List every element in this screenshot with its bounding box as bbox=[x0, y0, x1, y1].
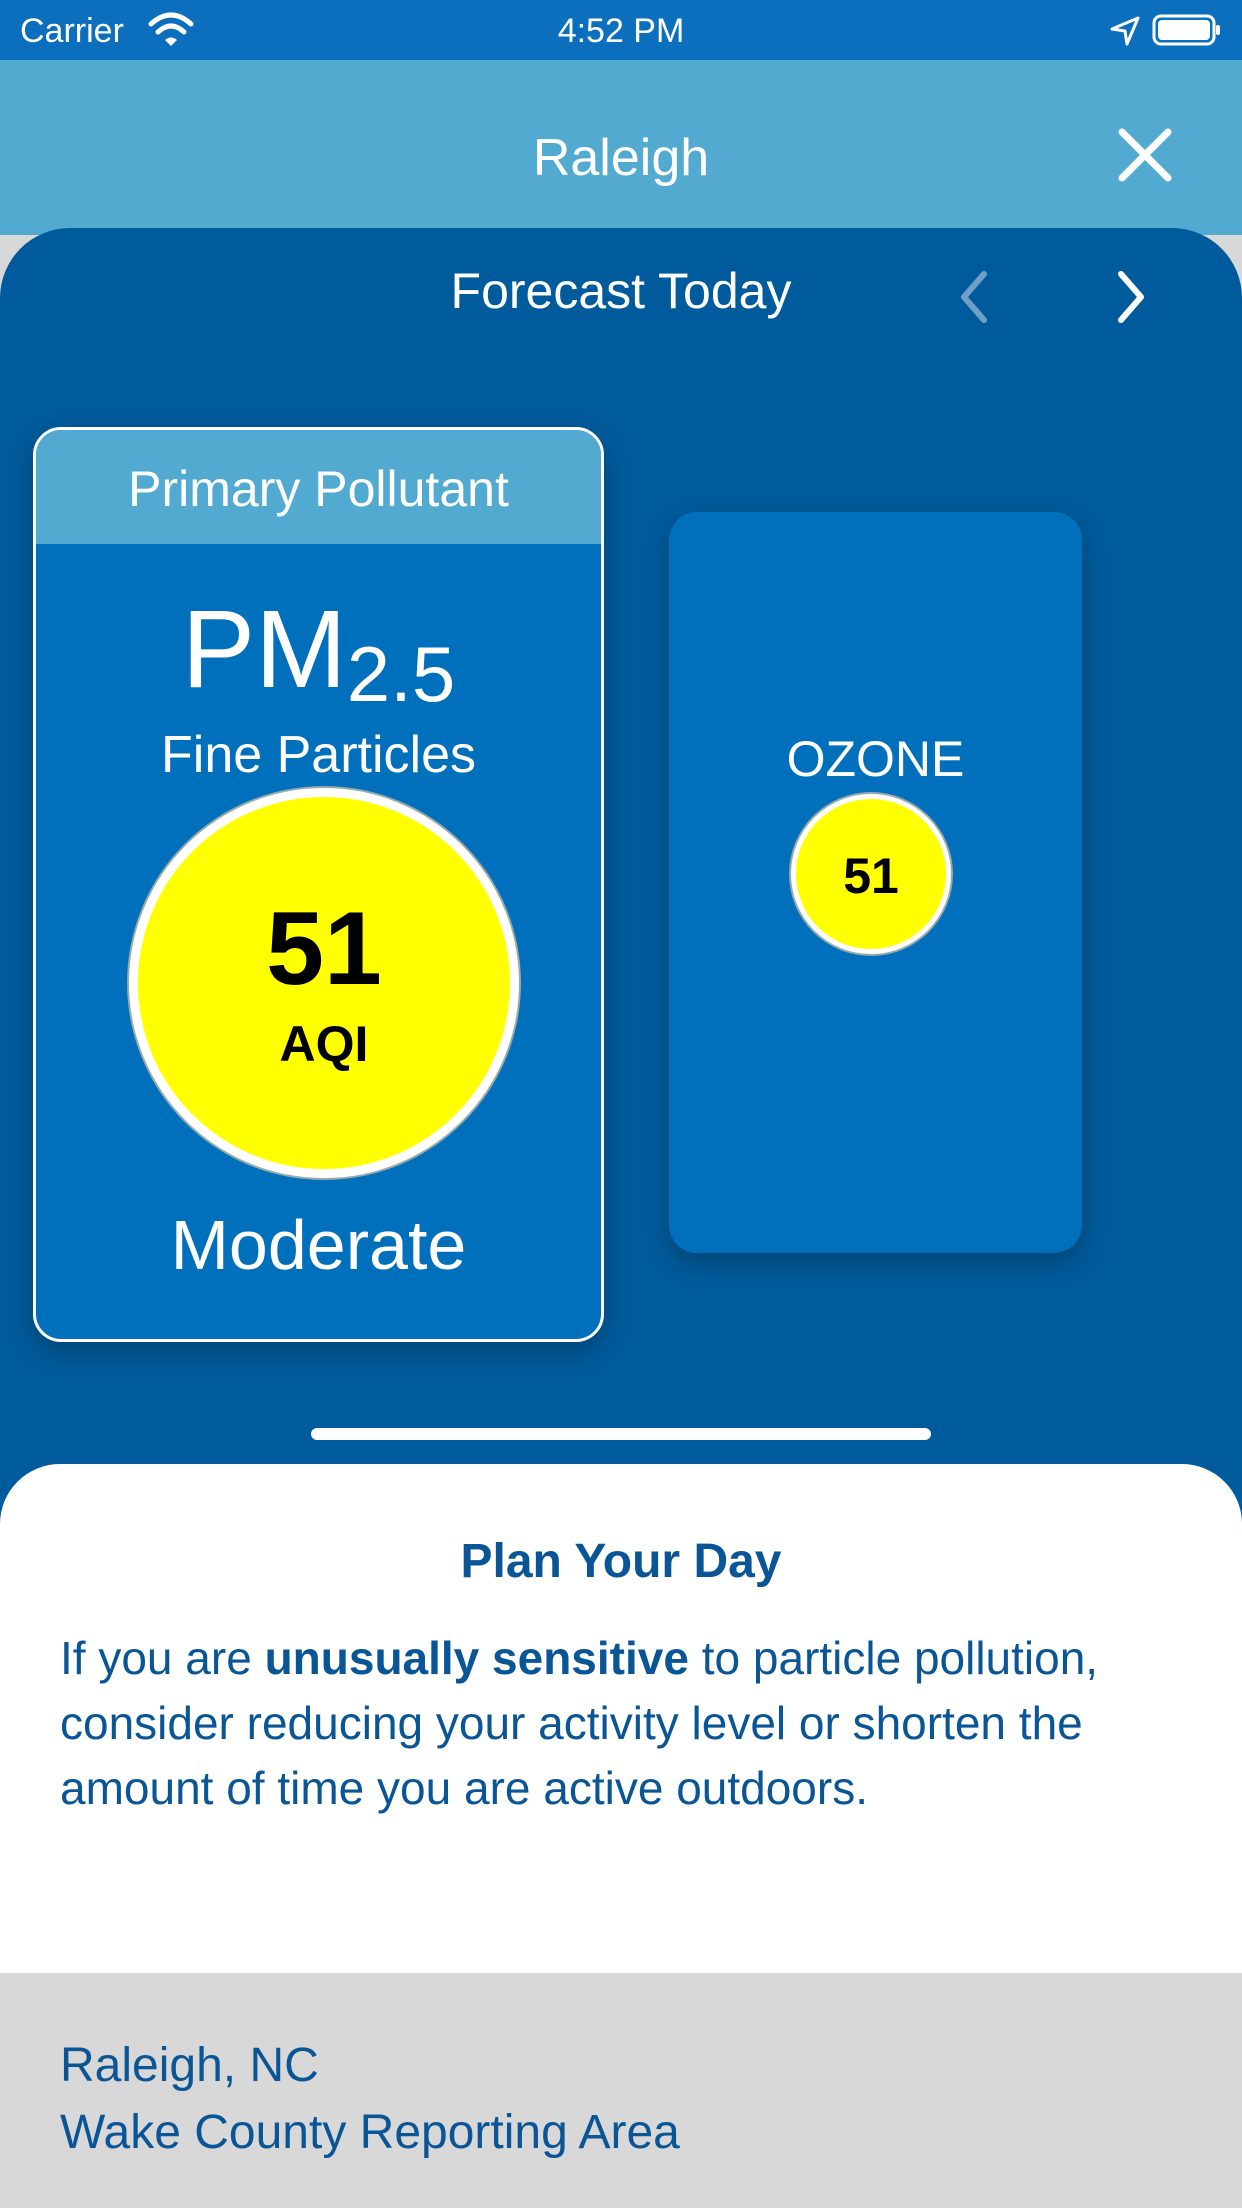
ozone-aqi-value: 51 bbox=[843, 848, 899, 904]
primary-pollutant-card[interactable]: Primary Pollutant PM2.5 Fine Particles 5… bbox=[33, 427, 604, 1342]
ozone-label: OZONE bbox=[786, 731, 965, 787]
pollutant-name: Fine Particles bbox=[161, 726, 476, 784]
primary-pollutant-label: Primary Pollutant bbox=[128, 461, 509, 517]
aqi-circle: 51 AQI bbox=[129, 788, 519, 1178]
forecast-title: Forecast Today bbox=[450, 263, 792, 319]
chevron-left-icon[interactable] bbox=[950, 262, 1000, 332]
reporting-area-name: Wake County Reporting Area bbox=[60, 2106, 680, 2159]
pollutant-code-main: PM bbox=[181, 588, 347, 711]
plan-text-before: If you are bbox=[60, 1632, 265, 1684]
primary-card-header: Primary Pollutant bbox=[36, 430, 601, 544]
aqi-unit-label: AQI bbox=[279, 1016, 369, 1072]
sheet-drag-handle[interactable] bbox=[311, 1428, 931, 1440]
pollutant-code-subscript: 2.5 bbox=[346, 630, 456, 718]
aqi-value: 51 bbox=[266, 891, 382, 1007]
pollutant-code: PM2.5 bbox=[36, 595, 601, 714]
chevron-right-icon[interactable] bbox=[1105, 262, 1155, 332]
close-icon[interactable] bbox=[1110, 120, 1180, 190]
reporting-city: Raleigh, NC bbox=[60, 2039, 319, 2092]
battery-icon bbox=[1152, 14, 1220, 46]
plan-text-emphasis: unusually sensitive bbox=[264, 1632, 689, 1684]
ozone-card[interactable]: OZONE 51 bbox=[669, 512, 1082, 1253]
plan-text: If you are unusually sensitive to partic… bbox=[60, 1626, 1190, 1821]
location-arrow-icon bbox=[1110, 16, 1140, 46]
status-time: 4:52 PM bbox=[557, 12, 685, 50]
ozone-aqi-circle: 51 bbox=[791, 794, 951, 954]
page-title: Raleigh bbox=[532, 129, 710, 187]
aqi-category: Moderate bbox=[170, 1206, 467, 1284]
plan-title: Plan Your Day bbox=[460, 1535, 782, 1588]
